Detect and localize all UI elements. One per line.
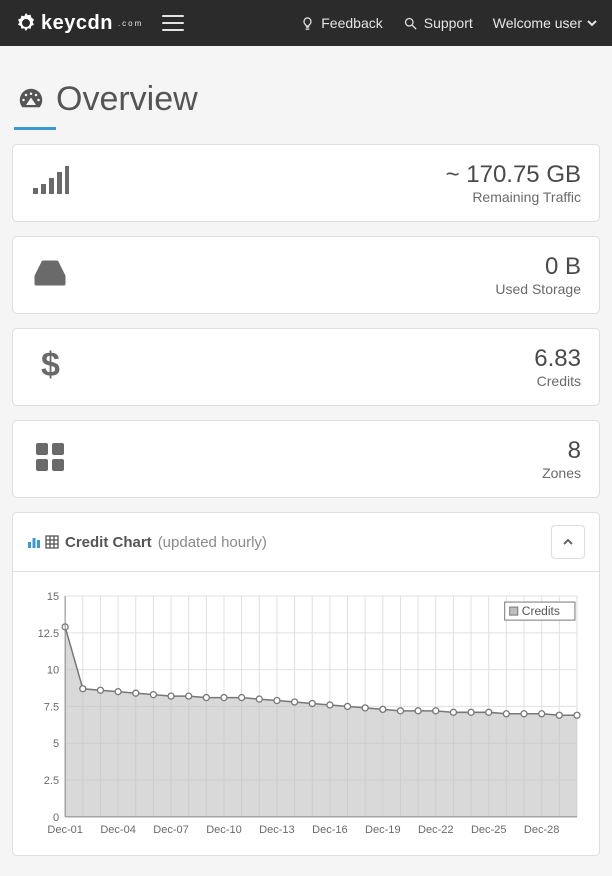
stat-value: 0 B bbox=[495, 253, 581, 281]
chevron-up-icon bbox=[562, 536, 574, 548]
credit-chart-panel: Credit Chart (updated hourly) 0 2.5 5 7.5 10… bbox=[12, 512, 600, 856]
svg-text:Dec-19: Dec-19 bbox=[365, 824, 401, 836]
stat-used-storage: 0 B Used Storage bbox=[12, 236, 600, 314]
grid-icon bbox=[31, 438, 75, 481]
page-title: Overview bbox=[56, 80, 198, 119]
svg-text:2.5: 2.5 bbox=[44, 775, 59, 787]
chevron-down-icon bbox=[586, 17, 598, 29]
dollar-icon: $ bbox=[31, 346, 75, 389]
title-underline bbox=[14, 127, 56, 130]
support-label: Support bbox=[424, 15, 473, 31]
page-title-row: Overview bbox=[12, 60, 600, 127]
chart-subtitle: (updated hourly) bbox=[158, 534, 267, 551]
lightbulb-icon bbox=[300, 16, 315, 31]
svg-text:Dec-10: Dec-10 bbox=[206, 824, 242, 836]
stat-label: Credits bbox=[534, 373, 581, 389]
svg-text:Credits: Credits bbox=[522, 604, 560, 618]
svg-text:12.5: 12.5 bbox=[38, 628, 59, 640]
user-menu[interactable]: Welcome user bbox=[483, 15, 598, 31]
svg-text:10: 10 bbox=[47, 665, 59, 677]
bar-chart-icon[interactable] bbox=[27, 535, 41, 549]
svg-text:15: 15 bbox=[47, 591, 59, 603]
stat-label: Used Storage bbox=[495, 281, 581, 297]
stat-label: Zones bbox=[542, 465, 581, 481]
storage-icon bbox=[31, 254, 75, 297]
support-link[interactable]: Support bbox=[393, 15, 483, 31]
svg-text:Dec-25: Dec-25 bbox=[471, 824, 507, 836]
svg-text:7.5: 7.5 bbox=[44, 701, 59, 713]
svg-text:Dec-01: Dec-01 bbox=[47, 824, 83, 836]
svg-text:Dec-04: Dec-04 bbox=[100, 824, 136, 836]
table-icon[interactable] bbox=[45, 535, 59, 549]
brand-sub: .com bbox=[118, 19, 143, 28]
brand-name: keycdn bbox=[41, 12, 113, 35]
brand-logo[interactable]: keycdn .com bbox=[14, 11, 143, 35]
stat-value: 8 bbox=[542, 437, 581, 465]
stat-value: ~ 170.75 GB bbox=[446, 161, 581, 189]
chart-title: Credit Chart bbox=[65, 534, 152, 551]
topbar: keycdn .com Feedback Support Welcome use… bbox=[0, 0, 612, 46]
page: Overview ~ 170.75 GB Remaining Traffic 0… bbox=[0, 46, 612, 876]
chart-body: 0 2.5 5 7.5 10 12.5 15 Dec-01 Dec-04 Dec-07 Dec-10… bbox=[13, 572, 599, 855]
svg-text:Dec-13: Dec-13 bbox=[259, 824, 295, 836]
svg-text:0: 0 bbox=[53, 812, 59, 824]
stat-zones: 8 Zones bbox=[12, 420, 600, 498]
dashboard-icon bbox=[16, 85, 46, 115]
search-icon bbox=[403, 16, 418, 31]
svg-text:Dec-07: Dec-07 bbox=[153, 824, 189, 836]
feedback-label: Feedback bbox=[321, 15, 382, 31]
user-label: Welcome user bbox=[493, 15, 582, 31]
svg-text:5: 5 bbox=[53, 738, 59, 750]
collapse-button[interactable] bbox=[551, 525, 585, 559]
menu-toggle[interactable] bbox=[162, 15, 184, 31]
gear-icon bbox=[14, 11, 38, 35]
signal-icon bbox=[31, 162, 75, 205]
svg-text:Dec-28: Dec-28 bbox=[524, 824, 560, 836]
feedback-link[interactable]: Feedback bbox=[290, 15, 392, 31]
svg-text:Dec-16: Dec-16 bbox=[312, 824, 348, 836]
stat-remaining-traffic: ~ 170.75 GB Remaining Traffic bbox=[12, 144, 600, 222]
svg-text:Dec-22: Dec-22 bbox=[418, 824, 454, 836]
stat-credits: $ 6.83 Credits bbox=[12, 328, 600, 406]
chart-header: Credit Chart (updated hourly) bbox=[13, 513, 599, 572]
credit-chart: 0 2.5 5 7.5 10 12.5 15 Dec-01 Dec-04 Dec-07 Dec-10… bbox=[25, 586, 587, 847]
svg-text:$: $ bbox=[41, 346, 60, 384]
stat-label: Remaining Traffic bbox=[446, 189, 581, 205]
stat-value: 6.83 bbox=[534, 345, 581, 373]
